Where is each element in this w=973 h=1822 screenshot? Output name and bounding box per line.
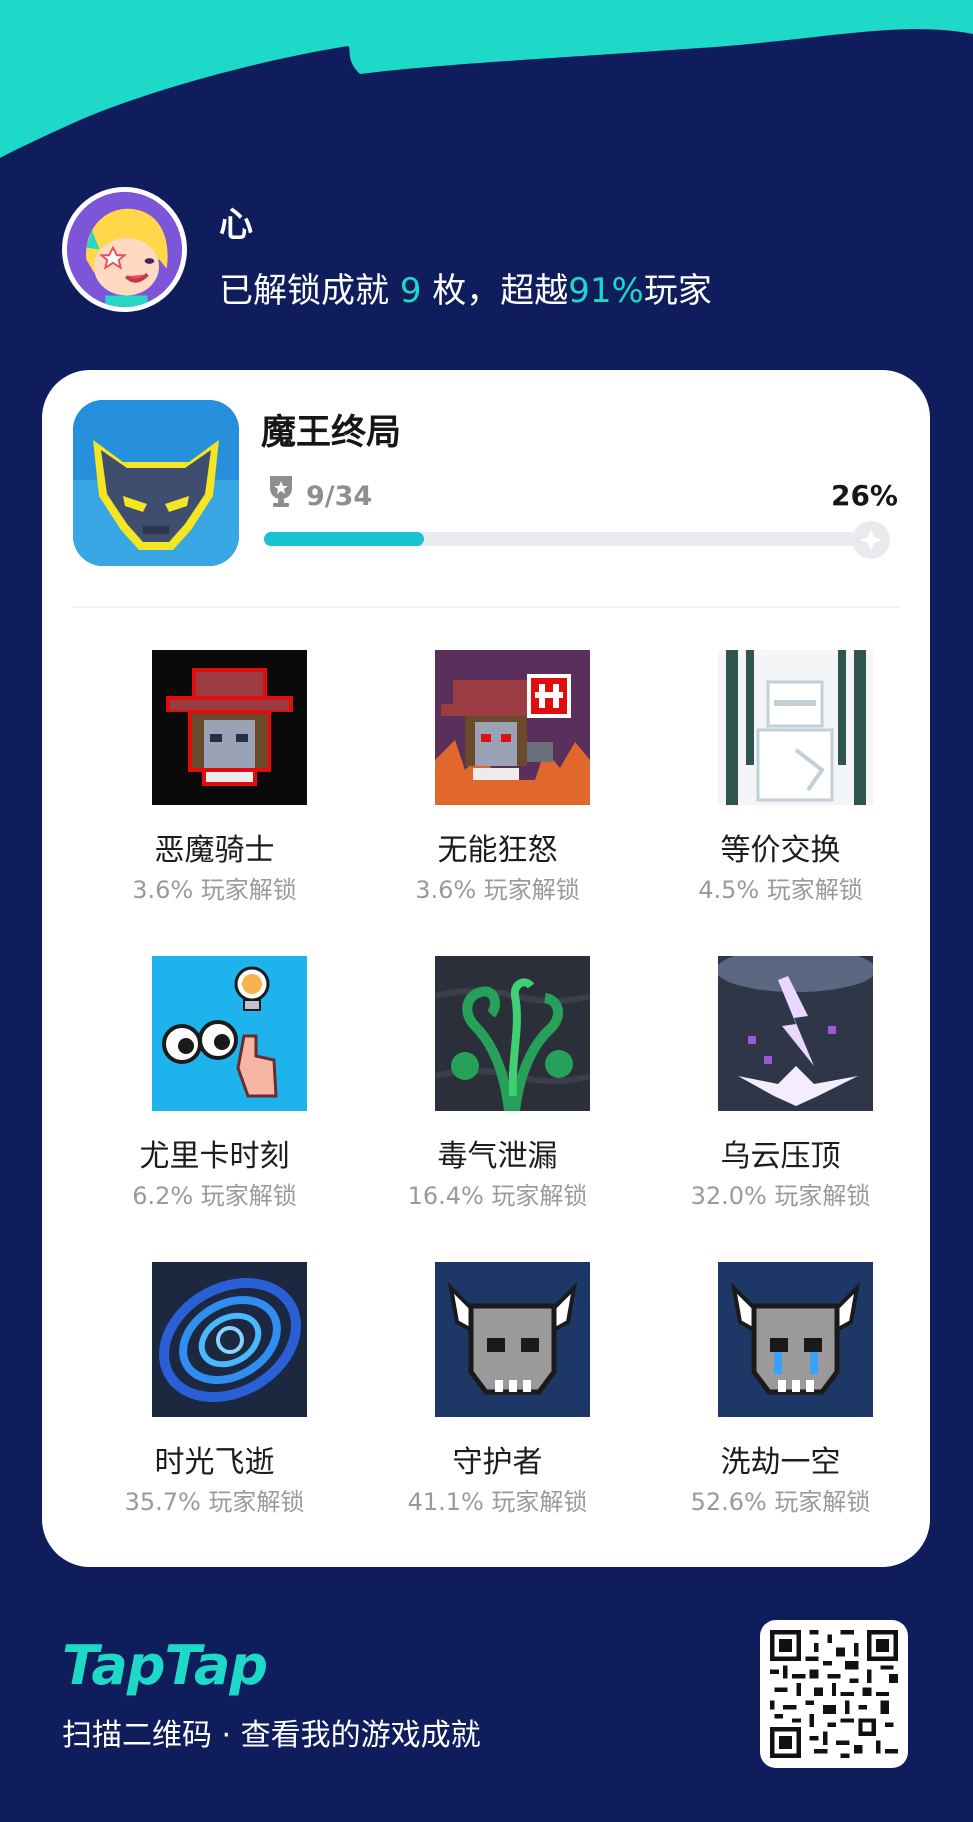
achievement-unlock-rate: 6.2% 玩家解锁 [132,1182,297,1210]
achievement-name: 恶魔骑士 [154,833,275,868]
share-card-page: 心 已解锁成就 9 枚，超越91%玩家 魔王终局 9/34 26% 恶魔骑士 3… [0,0,973,1822]
achievement-name: 毒气泄漏 [437,1139,558,1174]
progress-bar [264,532,880,546]
demon-king-icon [73,400,239,566]
unlocked-count: 9 [399,271,422,311]
achievement-item[interactable]: 时光飞逝 35.7% 玩家解锁 [73,1262,356,1522]
summary-prefix: 已解锁成就 [219,271,400,311]
beat-percent: 91% [568,271,644,311]
hat-skull-anger-icon [435,650,590,805]
achievement-name: 时光飞逝 [154,1445,275,1480]
avatar-character-icon [67,192,182,307]
achievement-unlock-rate: 32.0% 玩家解锁 [690,1182,871,1210]
taptap-logo: TapTap [62,1634,268,1697]
achievement-name: 守护者 [452,1445,543,1480]
achievement-name: 洗劫一空 [720,1445,841,1480]
achievement-item[interactable]: 毒气泄漏 16.4% 玩家解锁 [356,956,639,1216]
storm-lightning-icon [718,956,873,1111]
hat-skull-red-outline-icon [152,650,307,805]
ghost-knight-icon [718,650,873,805]
achievement-unlock-rate: 41.1% 玩家解锁 [407,1488,588,1516]
game-title: 魔王终局 [261,413,402,453]
achievement-unlock-rate: 52.6% 玩家解锁 [690,1488,871,1516]
summary-mid: 枚，超越 [421,271,569,311]
achievement-item[interactable]: 无能狂怒 3.6% 玩家解锁 [356,650,639,910]
avatar[interactable] [62,187,187,312]
achievement-summary: 已解锁成就 9 枚，超越91%玩家 [219,263,712,312]
progress-percent: 26% [830,479,898,512]
summary-suffix: 玩家 [643,271,712,311]
achievement-unlock-rate: 3.6% 玩家解锁 [132,876,297,904]
achievement-card: 魔王终局 9/34 26% 恶魔骑士 3.6% 玩家解锁 无能狂怒 3.6% 玩… [42,370,930,1567]
user-header: 心 已解锁成就 9 枚，超越91%玩家 [62,187,942,312]
achievement-item[interactable]: 守护者 41.1% 玩家解锁 [356,1262,639,1522]
achievement-unlock-rate: 16.4% 玩家解锁 [407,1182,588,1210]
trophy-icon [270,476,292,507]
achievement-name: 无能狂怒 [437,833,558,868]
progress-bar-fill [264,532,425,546]
achievement-name: 乌云压顶 [720,1139,841,1174]
progress-goal-badge [852,521,890,559]
sparkle-icon [860,529,882,551]
horned-skull-icon [435,1262,590,1417]
achievement-unlock-rate: 3.6% 玩家解锁 [415,876,580,904]
time-vortex-icon [152,1262,307,1417]
progress-count: 9/34 [306,481,373,512]
crying-horned-skull-icon [718,1262,873,1417]
top-wave-decoration [0,0,973,158]
qr-code-icon [770,1630,898,1758]
qr-code[interactable] [760,1620,908,1768]
achievement-item[interactable]: 洗劫一空 52.6% 玩家解锁 [639,1262,922,1522]
eyes-lightbulb-icon [152,956,307,1111]
user-name: 心 [219,205,253,245]
achievement-item[interactable]: 乌云压顶 32.0% 玩家解锁 [639,956,922,1216]
achievement-name: 尤里卡时刻 [139,1139,290,1174]
achievement-item[interactable]: 恶魔骑士 3.6% 玩家解锁 [73,650,356,910]
achievement-unlock-rate: 4.5% 玩家解锁 [698,876,863,904]
achievement-item[interactable]: 等价交换 4.5% 玩家解锁 [639,650,922,910]
achievement-name: 等价交换 [720,833,841,868]
divider [72,606,900,608]
poison-gas-tentacles-icon [435,956,590,1111]
achievement-item[interactable]: 尤里卡时刻 6.2% 玩家解锁 [73,956,356,1216]
achievement-unlock-rate: 35.7% 玩家解锁 [124,1488,305,1516]
game-icon[interactable] [73,400,239,566]
scan-hint: 扫描二维码 · 查看我的游戏成就 [62,1718,481,1753]
